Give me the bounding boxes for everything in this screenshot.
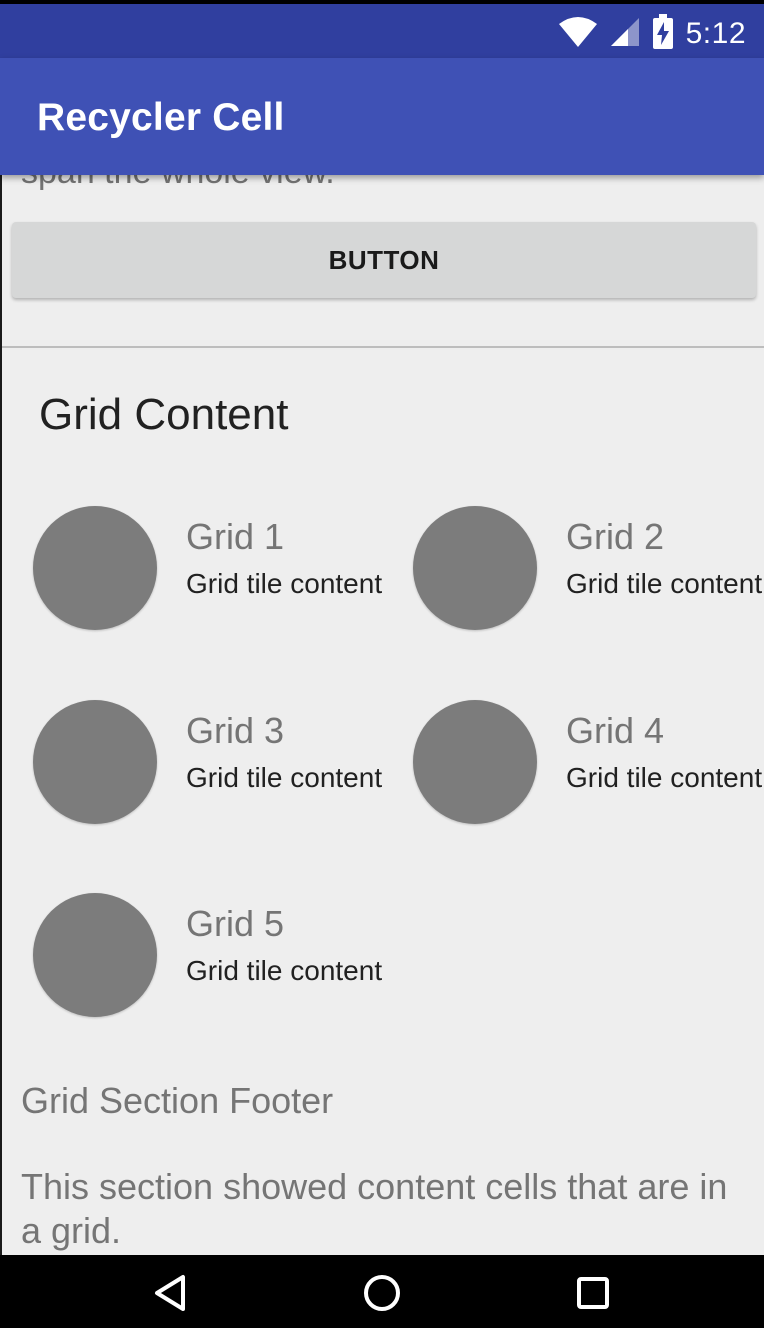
section-title: Grid Content: [39, 390, 289, 439]
button[interactable]: BUTTON: [12, 222, 756, 298]
section-description: This section showed content cells that a…: [21, 1166, 728, 1251]
cell-signal-icon: [610, 17, 640, 52]
recycler-view[interactable]: span the whole view. BUTTON Grid Content…: [0, 175, 764, 1255]
navigation-bar: [0, 1255, 764, 1328]
recents-icon[interactable]: [569, 1269, 617, 1317]
battery-charging-icon: [652, 13, 674, 55]
grid-tile-body: Grid tile content: [186, 568, 383, 599]
avatar-circle: [33, 700, 157, 824]
grid-tile-5[interactable]: Grid 5 Grid tile content: [33, 893, 393, 1033]
avatar-circle: [33, 893, 157, 1017]
status-icons: 5:12: [558, 12, 746, 56]
avatar-circle: [413, 700, 537, 824]
wifi-icon: [558, 15, 598, 54]
grid-tile-title: Grid 1: [186, 516, 285, 557]
grid-section-footer: Grid Section Footer: [21, 1080, 334, 1121]
grid-tile-title: Grid 5: [186, 903, 285, 944]
grid-tile-body: Grid tile content: [186, 762, 383, 793]
grid-tile-4[interactable]: Grid 4 Grid tile content: [413, 700, 764, 840]
grid-tile-body: Grid tile content: [186, 955, 383, 986]
divider: [2, 346, 764, 348]
grid-tile-title: Grid 2: [566, 516, 665, 557]
status-bar: 5:12: [0, 0, 764, 58]
back-icon[interactable]: [147, 1269, 195, 1317]
partial-text: span the whole view.: [21, 175, 335, 192]
grid-tile-body: Grid tile content: [566, 568, 763, 599]
grid-tile-title: Grid 4: [566, 710, 665, 751]
grid-tile-body: Grid tile content: [566, 762, 763, 793]
grid-tile-title: Grid 3: [186, 710, 285, 751]
grid-tile-3[interactable]: Grid 3 Grid tile content: [33, 700, 393, 840]
app-bar: Recycler Cell: [0, 58, 764, 175]
avatar-circle: [413, 506, 537, 630]
app-title: Recycler Cell: [37, 96, 285, 139]
home-icon[interactable]: [358, 1269, 406, 1317]
grid-tile-2[interactable]: Grid 2 Grid tile content: [413, 506, 764, 646]
avatar-circle: [33, 506, 157, 630]
grid-tile-1[interactable]: Grid 1 Grid tile content: [33, 506, 393, 646]
status-time: 5:12: [685, 17, 746, 50]
